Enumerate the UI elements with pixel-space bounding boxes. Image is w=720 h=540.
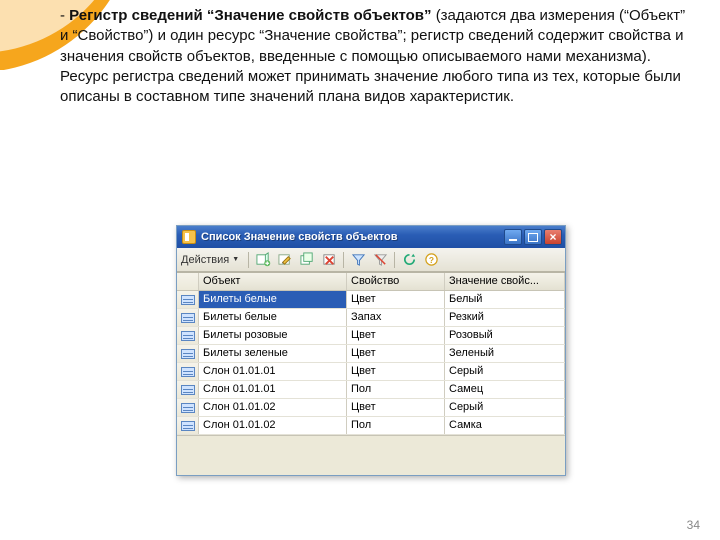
actions-label: Действия [181, 254, 229, 266]
svg-text:?: ? [429, 255, 434, 265]
delete-button[interactable] [319, 251, 339, 269]
minimize-button[interactable] [504, 229, 522, 245]
cell-property: Пол [347, 381, 445, 398]
cell-object: Слон 01.01.02 [199, 399, 347, 416]
toolbar-separator [394, 252, 395, 268]
titlebar: Список Значение свойств объектов [177, 226, 565, 248]
refresh-button[interactable] [399, 251, 419, 269]
cell-object: Билеты белые [199, 291, 347, 308]
cell-value: Резкий [445, 309, 565, 326]
table-row[interactable]: Билеты белыеЦветБелый [177, 291, 565, 309]
record-icon [181, 331, 195, 341]
toolbar-separator [343, 252, 344, 268]
filter-off-button[interactable] [370, 251, 390, 269]
row-marker [177, 345, 199, 362]
cell-object: Билеты белые [199, 309, 347, 326]
cell-property: Цвет [347, 399, 445, 416]
cell-property: Пол [347, 417, 445, 434]
record-icon [181, 295, 195, 305]
record-icon [181, 403, 195, 413]
cell-property: Цвет [347, 345, 445, 362]
row-marker [177, 291, 199, 308]
cell-property: Цвет [347, 327, 445, 344]
table-row[interactable]: Слон 01.01.02ПолСамка [177, 417, 565, 435]
cell-value: Зеленый [445, 345, 565, 362]
record-icon [181, 421, 195, 431]
filter-button[interactable] [348, 251, 368, 269]
cell-value: Серый [445, 363, 565, 380]
table-row[interactable]: Слон 01.01.02ЦветСерый [177, 399, 565, 417]
table-row[interactable]: Билеты белыеЗапахРезкий [177, 309, 565, 327]
cell-object: Слон 01.01.02 [199, 417, 347, 434]
window-footer [177, 435, 565, 475]
row-marker [177, 399, 199, 416]
row-marker [177, 417, 199, 434]
edit-button[interactable] [275, 251, 295, 269]
body-text: - Регистр сведений “Значение свойств объ… [60, 6, 690, 107]
toolbar: Действия ▼ ? [177, 248, 565, 272]
screenshot-window: Список Значение свойств объектов Действи… [176, 225, 566, 476]
cell-property: Цвет [347, 291, 445, 308]
toolbar-separator [248, 252, 249, 268]
cell-object: Билеты розовые [199, 327, 347, 344]
col-object[interactable]: Объект [199, 273, 347, 290]
copy-button[interactable] [297, 251, 317, 269]
data-grid: Объект Свойство Значение свойс... Билеты… [177, 272, 565, 435]
cell-object: Слон 01.01.01 [199, 381, 347, 398]
row-marker [177, 363, 199, 380]
table-row[interactable]: Билеты розовыеЦветРозовый [177, 327, 565, 345]
add-button[interactable] [253, 251, 273, 269]
dash: - [60, 7, 69, 24]
close-button[interactable] [544, 229, 562, 245]
cell-property: Запах [347, 309, 445, 326]
cell-property: Цвет [347, 363, 445, 380]
chevron-down-icon: ▼ [232, 256, 239, 263]
cell-value: Серый [445, 399, 565, 416]
app-icon [182, 230, 196, 244]
col-property[interactable]: Свойство [347, 273, 445, 290]
table-row[interactable]: Слон 01.01.01ПолСамец [177, 381, 565, 399]
cell-object: Билеты зеленые [199, 345, 347, 362]
cell-object: Слон 01.01.01 [199, 363, 347, 380]
para-bold: Регистр сведений “Значение свойств объек… [69, 7, 436, 24]
page-number: 34 [687, 518, 700, 532]
table-row[interactable]: Билеты зеленыеЦветЗеленый [177, 345, 565, 363]
record-icon [181, 385, 195, 395]
grid-header: Объект Свойство Значение свойс... [177, 273, 565, 291]
cell-value: Самец [445, 381, 565, 398]
col-value[interactable]: Значение свойс... [445, 273, 565, 290]
cell-value: Розовый [445, 327, 565, 344]
record-icon [181, 313, 195, 323]
window-title: Список Значение свойств объектов [201, 231, 502, 243]
record-icon [181, 349, 195, 359]
table-row[interactable]: Слон 01.01.01ЦветСерый [177, 363, 565, 381]
row-marker [177, 327, 199, 344]
cell-value: Белый [445, 291, 565, 308]
actions-menu[interactable]: Действия ▼ [181, 254, 239, 266]
help-button[interactable]: ? [421, 251, 441, 269]
row-marker [177, 381, 199, 398]
record-icon [181, 367, 195, 377]
row-marker-header [177, 273, 199, 290]
maximize-button[interactable] [524, 229, 542, 245]
row-marker [177, 309, 199, 326]
cell-value: Самка [445, 417, 565, 434]
